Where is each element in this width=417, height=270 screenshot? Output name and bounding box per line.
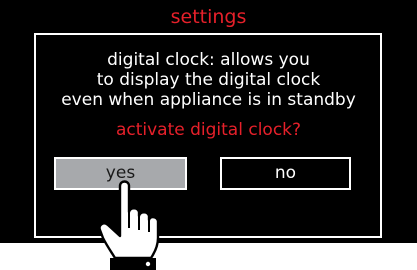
no-button[interactable]: no [220, 157, 351, 190]
description-text: digital clock: allows you to display the… [0, 50, 417, 110]
description-line: to display the digital clock [96, 70, 321, 90]
settings-screen: settings digital clock: allows you to di… [0, 0, 417, 243]
description-line: digital clock: allows you [107, 50, 310, 70]
pointing-hand-icon [98, 180, 160, 270]
screen-title: settings [170, 6, 247, 28]
screen: settings digital clock: allows you to di… [0, 0, 417, 270]
confirmation-question: activate digital clock? [115, 120, 302, 140]
description-line: even when appliance is in standby [61, 90, 356, 110]
